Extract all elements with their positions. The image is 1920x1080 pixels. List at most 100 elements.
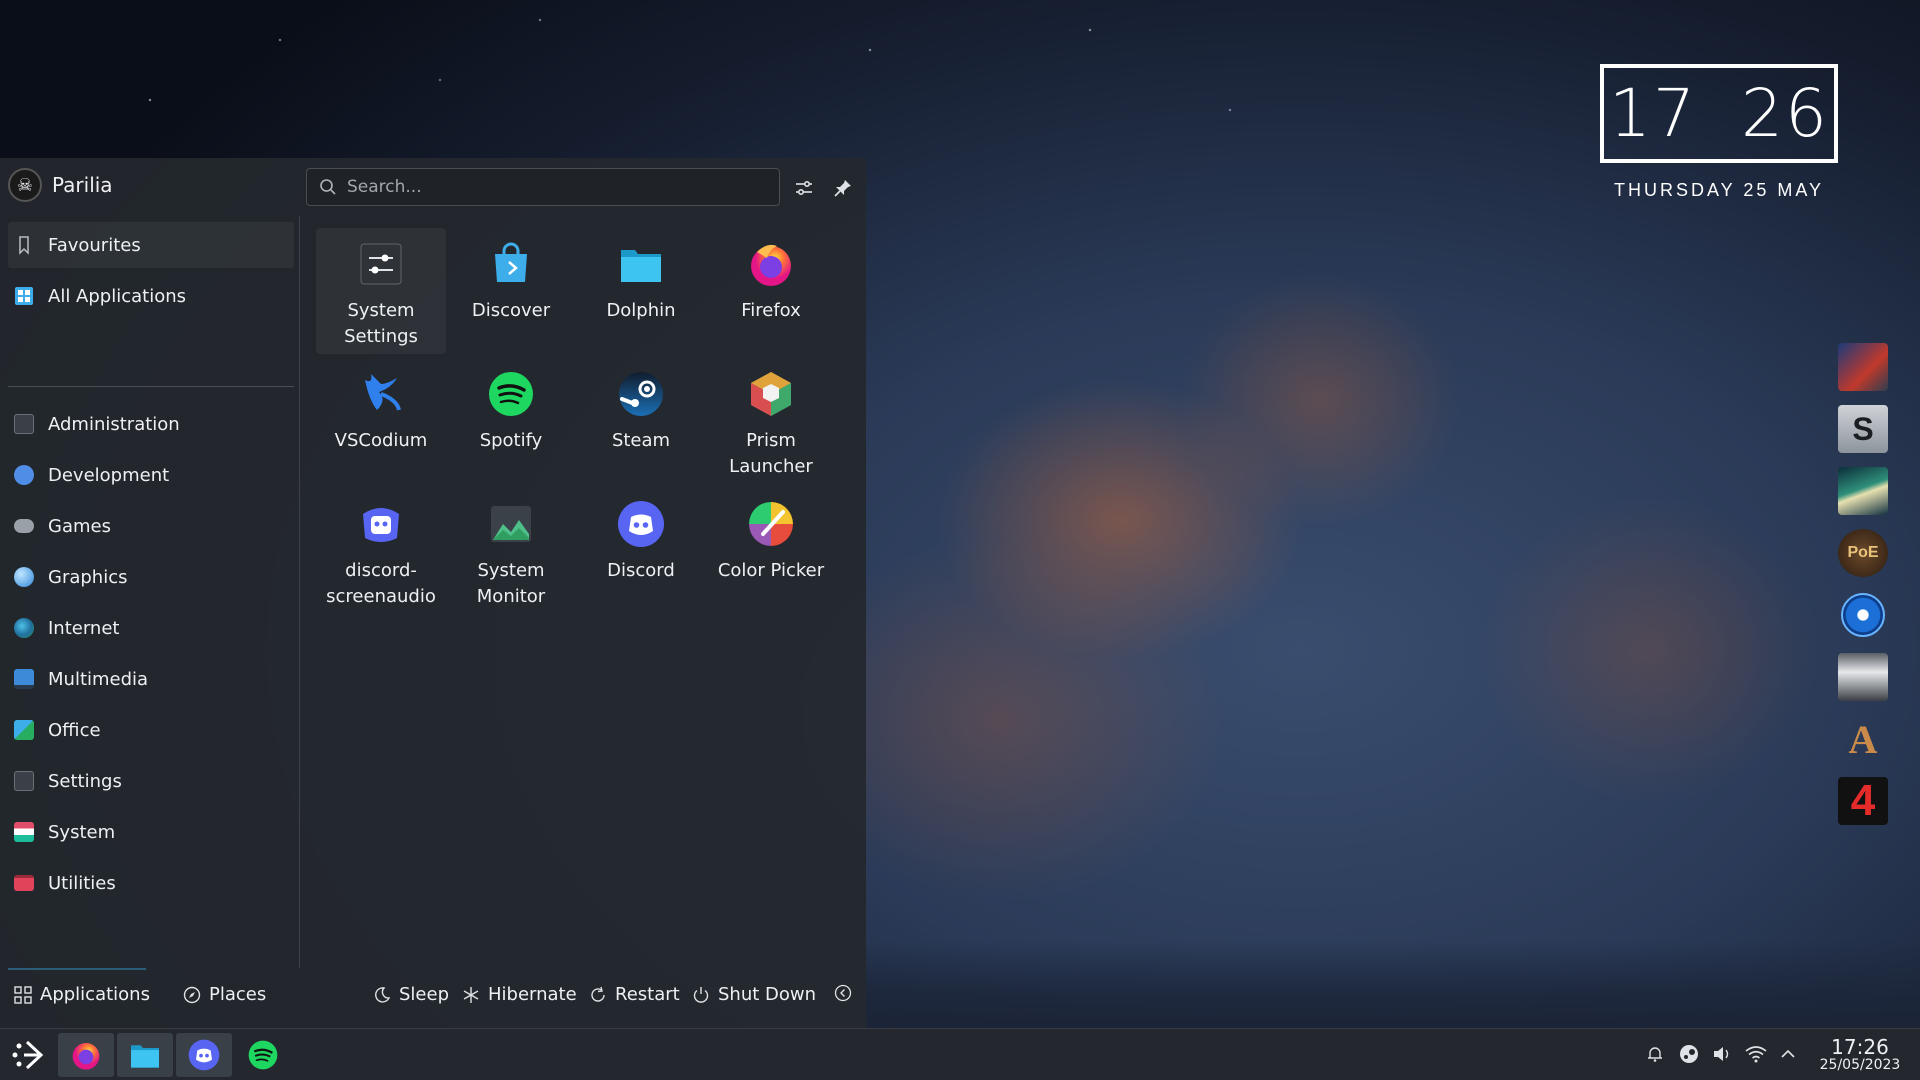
tab-label: Applications (40, 984, 150, 1005)
app-label: Discover (471, 300, 551, 321)
game-tile-a[interactable]: A (1838, 715, 1888, 763)
search-input[interactable] (347, 177, 747, 197)
sidebar-item-graphics[interactable]: Graphics (8, 554, 294, 600)
launcher-footer: Applications Places Sleep Hibernate Rest… (0, 968, 866, 1028)
sidebar-item-internet[interactable]: Internet (8, 605, 294, 651)
sidebar-item-settings[interactable]: Settings (8, 758, 294, 804)
orb-icon (1841, 593, 1885, 637)
configure-button[interactable] (790, 174, 818, 202)
game-dock: S PoE A 4 (1838, 343, 1888, 825)
app-label: Color Picker (717, 560, 825, 581)
app-discord[interactable]: Discord (576, 488, 706, 614)
sidebar-item-label: Administration (48, 413, 180, 435)
user-info[interactable]: ☠ Parilia (8, 168, 113, 202)
sidebar-divider (8, 386, 294, 387)
notifications-icon[interactable] (1644, 1043, 1666, 1065)
game-tile-1[interactable] (1838, 343, 1888, 391)
game-tile-orb[interactable] (1838, 591, 1888, 639)
game-tile-space[interactable] (1838, 467, 1888, 515)
app-dolphin[interactable]: Dolphin (576, 228, 706, 354)
application-launcher: ☠ Parilia Favourites All Applications Ad… (0, 158, 866, 1028)
app-steam[interactable]: Steam (576, 358, 706, 484)
shutdown-button[interactable]: Shut Down (692, 984, 816, 1005)
vscodium-icon (355, 368, 407, 420)
search-box[interactable] (306, 168, 780, 206)
gamepad-icon (14, 519, 34, 533)
game-tile-4-label: 4 (1850, 776, 1876, 825)
hibernate-label: Hibernate (488, 984, 577, 1005)
restart-label: Restart (615, 984, 680, 1005)
game-tile-a-label: A (1848, 716, 1878, 762)
app-label: System Monitor (476, 560, 546, 607)
taskbar-firefox[interactable] (58, 1033, 114, 1077)
clock-hours: 17 (1609, 75, 1697, 152)
taskbar: 17:26 25/05/2023 (0, 1028, 1920, 1080)
game-tile-poe[interactable]: PoE (1838, 529, 1888, 577)
tab-places[interactable]: Places (183, 984, 266, 1005)
taskbar-dolphin[interactable] (117, 1033, 173, 1077)
steam-tray-icon[interactable] (1678, 1043, 1700, 1065)
taskbar-discord[interactable] (176, 1033, 232, 1077)
app-color-picker[interactable]: Color Picker (706, 488, 836, 614)
sidebar-item-system[interactable]: System (8, 809, 294, 855)
app-label: Discord (607, 560, 675, 581)
app-label: Firefox (741, 300, 801, 321)
hibernate-button[interactable]: Hibernate (462, 984, 577, 1005)
app-system-settings[interactable]: System Settings (316, 228, 446, 354)
settings-icon (14, 414, 34, 434)
dolphin-icon (131, 1045, 159, 1068)
launcher-header: ☠ Parilia (0, 158, 866, 216)
spotify-icon (248, 1040, 278, 1070)
discover-icon (485, 238, 537, 290)
chevron-up-icon[interactable] (1777, 1043, 1799, 1065)
app-discover[interactable]: Discover (446, 228, 576, 354)
game-tile-s-label: S (1852, 410, 1874, 447)
toolbox-icon (14, 875, 34, 891)
sidebar-item-label: All Applications (48, 285, 186, 307)
sidebar-item-administration[interactable]: Administration (8, 401, 294, 447)
game-tile-4[interactable]: 4 (1838, 776, 1888, 825)
graphics-icon (14, 567, 34, 587)
sleep-button[interactable]: Sleep (373, 984, 449, 1005)
compass-icon (183, 986, 201, 1003)
taskbar-date: 25/05/2023 (1819, 1057, 1901, 1073)
sidebar-item-favourites[interactable]: Favourites (8, 222, 294, 268)
sidebar-item-development[interactable]: Development (8, 452, 294, 498)
globe-icon (14, 618, 34, 638)
pin-button[interactable] (829, 174, 857, 202)
app-prism-launcher[interactable]: Prism Launcher (706, 358, 836, 484)
system-settings-icon (355, 238, 407, 290)
sidebar-item-multimedia[interactable]: Multimedia (8, 656, 294, 702)
sidebar-item-all-applications[interactable]: All Applications (8, 273, 294, 319)
app-vscodium[interactable]: VSCodium (316, 358, 446, 484)
application-launcher-button[interactable] (0, 1033, 56, 1077)
sidebar-item-utilities[interactable]: Utilities (8, 860, 294, 906)
more-options-button[interactable] (834, 984, 852, 1002)
tab-label: Places (209, 984, 267, 1005)
app-label: System Settings (344, 300, 418, 347)
app-system-monitor[interactable]: System Monitor (446, 488, 576, 614)
discord-icon (188, 1039, 220, 1071)
system-icon (14, 822, 34, 842)
game-tile-skull[interactable] (1838, 653, 1888, 701)
restart-button[interactable]: Restart (589, 984, 680, 1005)
app-label: Spotify (479, 430, 543, 451)
sleep-label: Sleep (399, 984, 450, 1005)
volume-icon[interactable] (1711, 1043, 1733, 1065)
wifi-icon[interactable] (1745, 1043, 1767, 1065)
development-icon (14, 465, 34, 485)
taskbar-spotify[interactable] (235, 1033, 291, 1077)
digital-clock[interactable]: 17:26 25/05/2023 (1810, 1035, 1910, 1073)
app-discord-screenaudio[interactable]: discord-screenaudio (316, 488, 446, 614)
sidebar-item-office[interactable]: Office (8, 707, 294, 753)
sidebar-item-games[interactable]: Games (8, 503, 294, 549)
app-firefox[interactable]: Firefox (706, 228, 836, 354)
tab-applications[interactable]: Applications (14, 984, 150, 1005)
sidebar-item-label: Favourites (48, 234, 141, 256)
firefox-icon (745, 238, 797, 290)
sidebar-item-label: Games (48, 515, 111, 537)
restart-icon (591, 986, 605, 1002)
app-spotify[interactable]: Spotify (446, 358, 576, 484)
avatar[interactable]: ☠ (8, 168, 42, 202)
game-tile-s[interactable]: S (1838, 405, 1888, 453)
